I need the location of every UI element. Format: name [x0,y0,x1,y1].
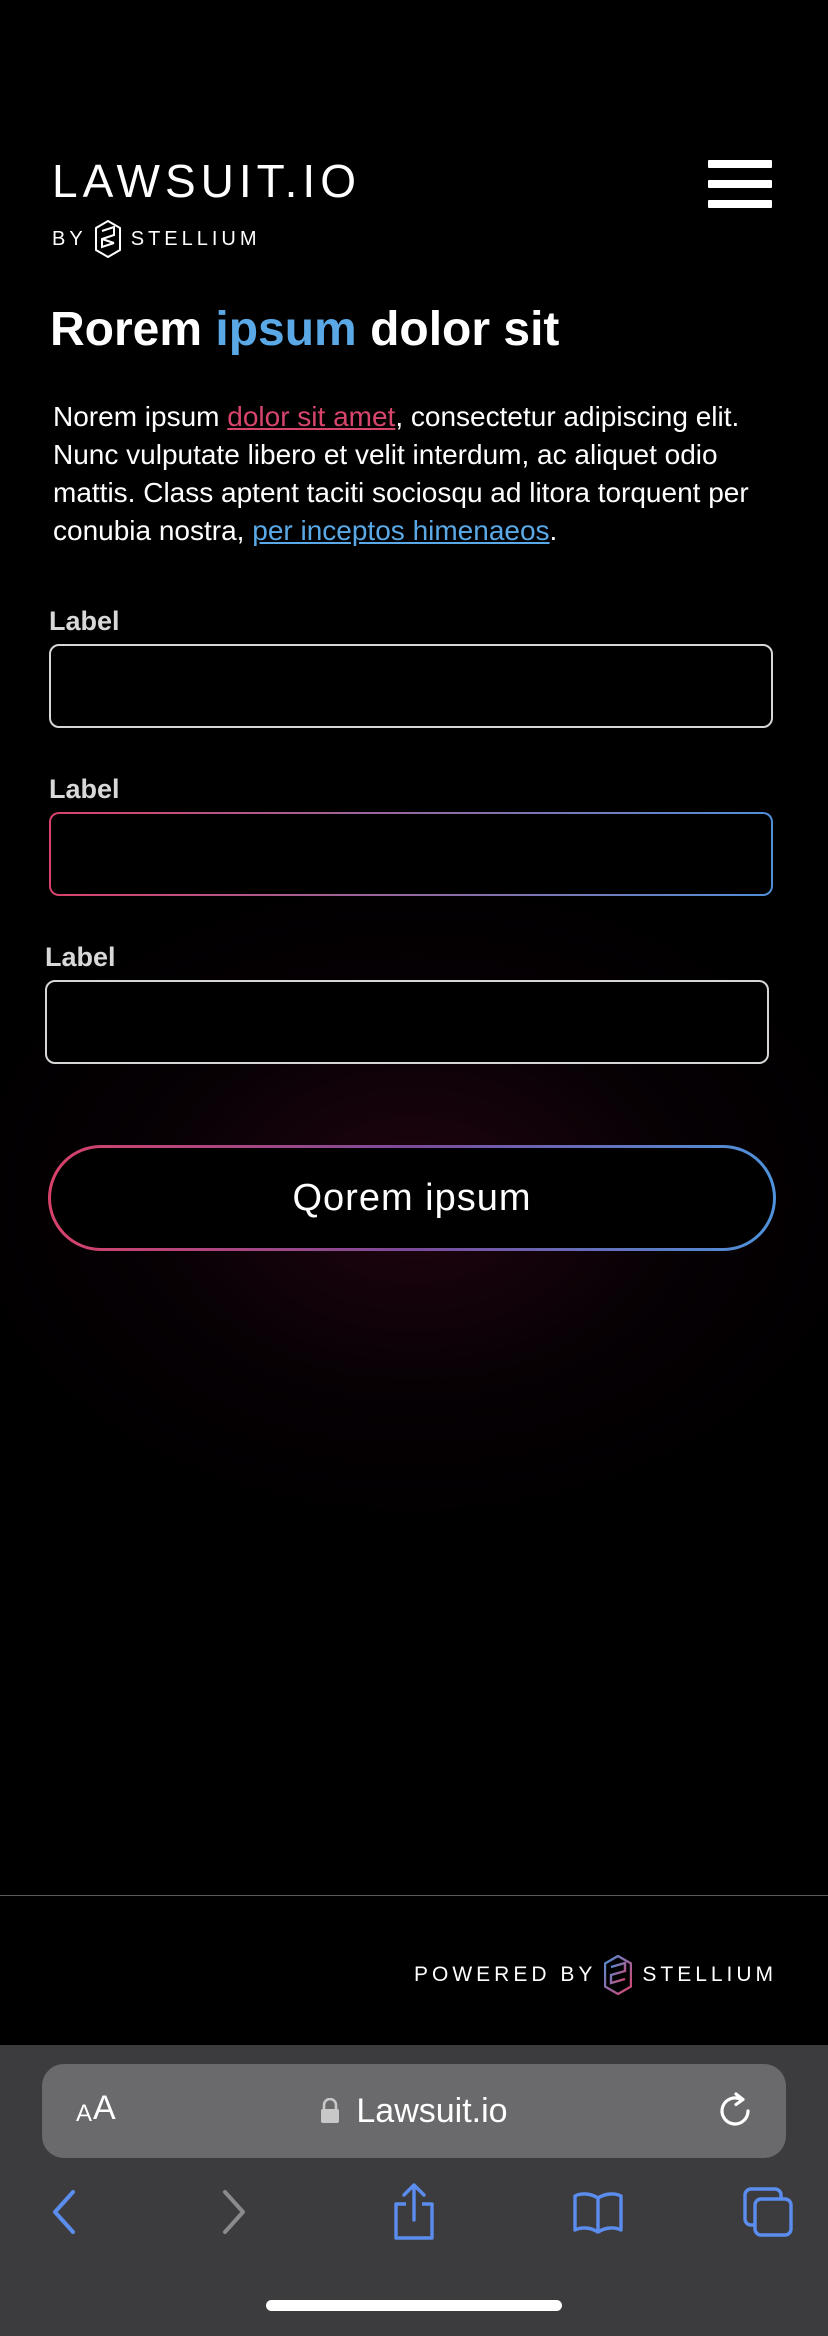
submit-button[interactable]: Qorem ipsum [48,1145,776,1251]
headline-word-1: Rorem [50,303,216,356]
footer-divider [0,1895,828,1896]
headline-accent: ipsum [215,303,357,356]
powered-by-text: POWERED BY [414,1963,597,1986]
powered-by-company: STELLIUM [642,1963,778,1986]
lock-icon [321,2098,340,2123]
intro-text-3: . [549,515,558,546]
intro-text-1: Norem ipsum [53,401,228,432]
stellium-logo-icon [94,220,121,258]
home-indicator [266,2300,562,2311]
field-2-input[interactable] [51,814,771,894]
field-2-box [49,812,773,896]
brand-logo[interactable]: LAWSUIT.IO BY STELLIUM [52,156,361,258]
headline-word-2: dolor sit [356,303,560,356]
field-3-box [45,980,769,1064]
intro-link-2[interactable]: per inceptos himenaeos [252,515,549,546]
powered-by: POWERED BY STELLIUM [414,1955,777,1995]
address-bar[interactable]: AA Lawsuit.io [42,2064,786,2158]
brand-subtitle: BY STELLIUM [52,220,361,258]
page-title: Rorem ipsum dolor sit [50,300,559,360]
field-1-label: Label [49,606,120,636]
page-background [0,0,828,1896]
brand-company: STELLIUM [130,227,261,250]
forward-icon[interactable] [214,2184,254,2240]
tabs-icon[interactable] [740,2184,796,2240]
field-2-label: Label [49,774,120,804]
field-1-box [49,644,773,728]
field-1-input[interactable] [51,646,771,726]
stellium-gradient-logo-icon [604,1955,633,1995]
brand-title: LAWSUIT.IO [52,155,361,207]
field-3-label: Label [45,942,116,972]
url-display[interactable]: Lawsuit.io [42,2064,786,2158]
hamburger-menu-icon[interactable] [708,160,772,216]
brand-by: BY [52,227,87,250]
intro-link-1[interactable]: dolor sit amet [227,401,395,432]
bookmarks-icon[interactable] [570,2184,626,2240]
back-icon[interactable] [44,2184,84,2240]
share-icon[interactable] [388,2180,440,2244]
submit-button-label: Qorem ipsum [51,1148,773,1248]
field-3-input[interactable] [47,982,767,1062]
intro-paragraph: Norem ipsum dolor sit amet, consectetur … [53,398,783,550]
reload-icon[interactable] [714,2088,758,2134]
url-text: Lawsuit.io [356,2091,508,2130]
